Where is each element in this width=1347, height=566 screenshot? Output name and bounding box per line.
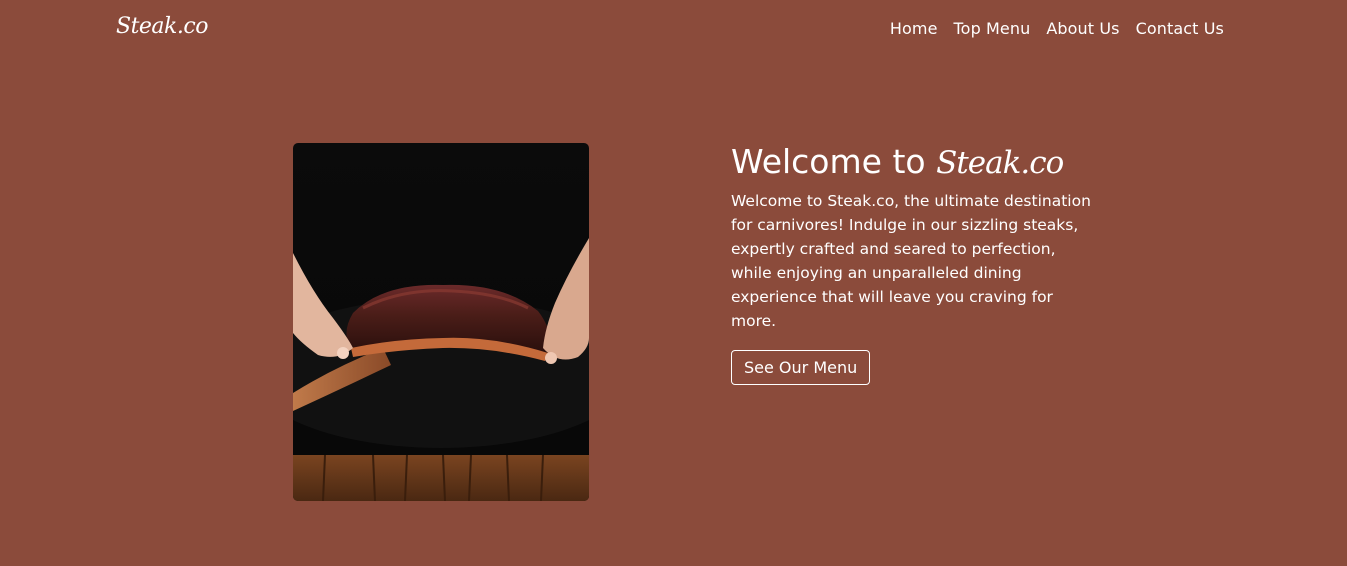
hero-description: Welcome to Steak.co, the ultimate destin…	[731, 192, 1091, 330]
hero-title-brand: Steak.co	[936, 145, 1064, 181]
brand-logo[interactable]: Steak.co	[116, 14, 208, 39]
steak-photo	[293, 143, 589, 501]
nav-home[interactable]: Home	[890, 19, 938, 38]
nav-about-us[interactable]: About Us	[1046, 19, 1119, 38]
hero-content: Welcome to Steak.co Welcome to Steak.co,…	[731, 142, 1091, 385]
nav-contact-us[interactable]: Contact Us	[1136, 19, 1224, 38]
main-nav: Home Top Menu About Us Contact Us	[890, 19, 1224, 38]
hero-title: Welcome to Steak.co	[731, 142, 1091, 183]
page: Steak.co Home Top Menu About Us Contact …	[0, 0, 1347, 566]
see-our-menu-button[interactable]: See Our Menu	[731, 350, 871, 385]
nav-top-menu[interactable]: Top Menu	[954, 19, 1031, 38]
hero-title-prefix: Welcome to	[731, 142, 937, 181]
